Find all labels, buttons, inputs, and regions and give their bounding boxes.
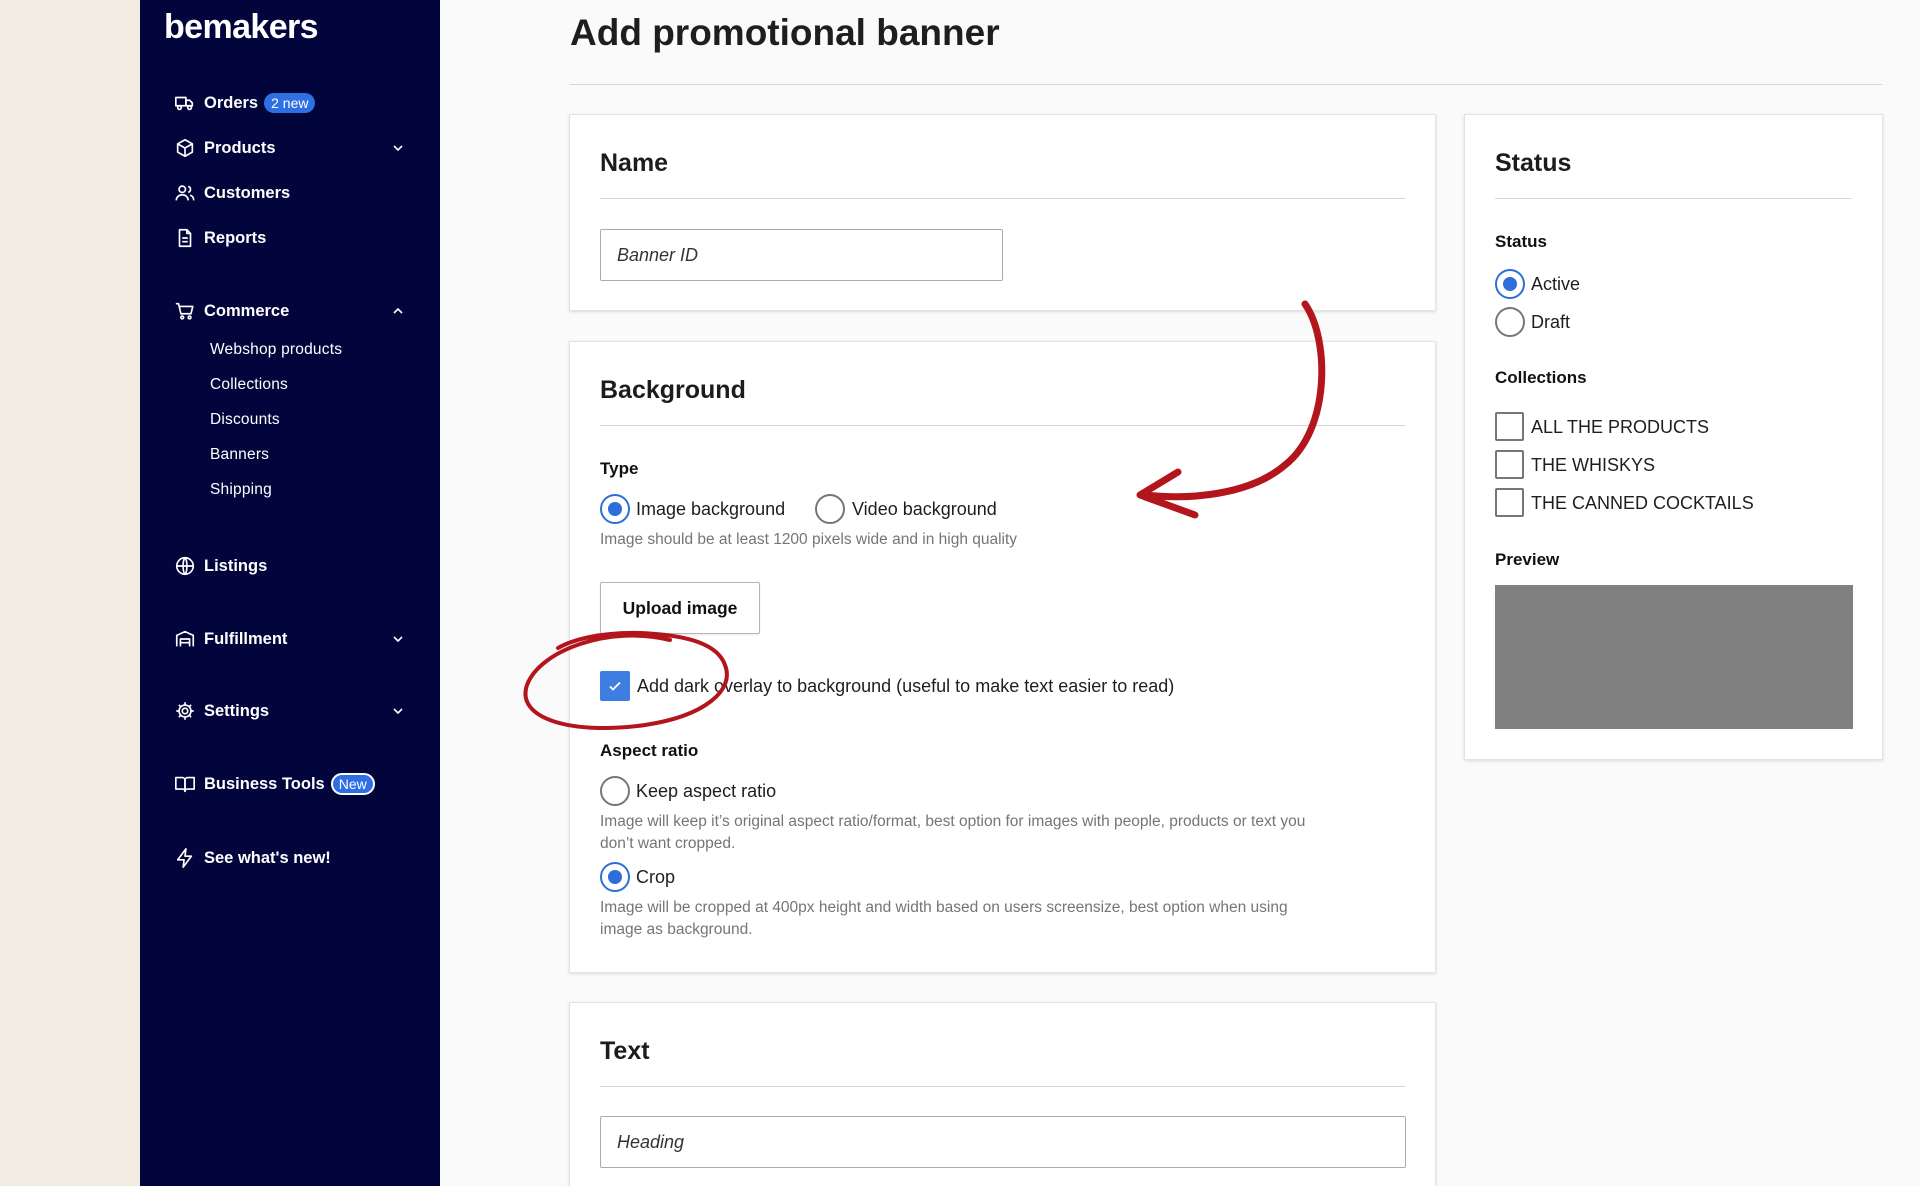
chevron-up-icon[interactable] [390,303,406,319]
keep-aspect-ratio-radio[interactable] [600,776,630,806]
collection-label[interactable]: ALL THE PRODUCTS [1531,417,1709,438]
card-divider [600,1086,1405,1087]
heading-input[interactable] [600,1116,1406,1168]
background-card: Background Type Image background Video b… [569,341,1436,973]
sidebar-item-fulfillment[interactable]: Fulfillment [174,624,406,654]
status-card-title: Status [1495,149,1572,177]
brand-logo[interactable]: bemakers [164,8,319,47]
keep-aspect-ratio-hint: Image will keep it’s original aspect rat… [600,813,1306,830]
sidebar-item-products[interactable]: Products [174,133,406,163]
sidebar: bemakers Orders 2 new Products Customers… [140,0,440,1186]
draft-label[interactable]: Draft [1531,312,1570,333]
name-card-title: Name [600,149,669,177]
orders-new-badge: 2 new [264,93,316,113]
sidebar-item-orders[interactable]: Orders 2 new [174,88,406,118]
users-icon [174,182,196,204]
sidebar-item-listings[interactable]: Listings [174,551,406,581]
lightning-icon [174,847,196,869]
chevron-down-icon[interactable] [390,703,406,719]
preview-label: Preview [1495,550,1560,569]
status-card: Status Status Active Draft Collections A… [1464,114,1883,760]
keep-aspect-ratio-label[interactable]: Keep aspect ratio [636,781,776,802]
collection-checkbox[interactable] [1495,412,1524,441]
warehouse-icon [174,628,196,650]
sidebar-subitem-discounts[interactable]: Discounts [210,411,280,429]
active-label[interactable]: Active [1531,274,1580,295]
sidebar-item-customers[interactable]: Customers [174,178,406,208]
document-icon [174,227,196,249]
globe-icon [174,555,196,577]
image-background-radio[interactable] [600,494,630,524]
truck-icon [174,92,196,114]
title-divider [570,84,1882,85]
aspect-ratio-label: Aspect ratio [600,741,699,760]
upload-image-button[interactable]: Upload image [600,582,760,634]
sidebar-subitem-shipping[interactable]: Shipping [210,481,272,499]
page-title: Add promotional banner [570,12,1000,53]
box-icon [174,137,196,159]
dark-overlay-label[interactable]: Add dark overlay to background (useful t… [637,676,1174,697]
type-label: Type [600,459,639,478]
sidebar-item-label: Products [204,138,276,157]
video-background-label[interactable]: Video background [852,499,997,520]
sidebar-item-label: Fulfillment [204,629,288,648]
checkmark-icon [609,681,621,691]
keep-aspect-ratio-hint: don’t want cropped. [600,835,736,852]
sidebar-subitem-webshop-products[interactable]: Webshop products [210,341,342,359]
business-tools-new-badge: New [330,773,375,795]
collection-checkbox[interactable] [1495,450,1524,479]
name-card: Name [569,114,1436,311]
crop-hint: image as background. [600,921,753,938]
collections-label: Collections [1495,368,1587,387]
gear-icon [174,700,196,722]
banner-preview [1495,585,1853,729]
card-divider [1495,198,1852,199]
image-background-label[interactable]: Image background [636,499,785,520]
sidebar-item-label: Listings [204,556,268,575]
background-card-title: Background [600,376,746,404]
sidebar-subitem-banners[interactable]: Banners [210,446,269,464]
text-card-title: Text [600,1037,650,1065]
card-divider [600,425,1405,426]
sidebar-item-label: See what's new! [204,848,331,867]
sidebar-item-label: Orders [204,93,259,112]
sidebar-item-settings[interactable]: Settings [174,696,406,726]
collection-label[interactable]: THE CANNED COCKTAILS [1531,493,1754,514]
collection-label[interactable]: THE WHISKYS [1531,455,1655,476]
banner-id-input[interactable] [600,229,1003,281]
active-radio[interactable] [1495,269,1525,299]
sidebar-item-label: Business Tools [204,774,325,793]
crop-label[interactable]: Crop [636,867,675,888]
cart-icon [174,300,196,322]
sidebar-item-label: Commerce [204,301,290,320]
type-hint: Image should be at least 1200 pixels wid… [600,531,1018,548]
sidebar-item-label: Customers [204,183,291,202]
sidebar-item-commerce[interactable]: Commerce [174,296,406,326]
card-divider [600,198,1405,199]
chevron-down-icon[interactable] [390,631,406,647]
draft-radio[interactable] [1495,307,1525,337]
chevron-down-icon[interactable] [390,140,406,156]
crop-hint: Image will be cropped at 400px height an… [600,899,1288,916]
text-card: Text [569,1002,1436,1186]
book-icon [174,773,196,795]
sidebar-item-business-tools[interactable]: Business Tools New [174,769,406,799]
sidebar-subitem-collections[interactable]: Collections [210,376,288,394]
dark-overlay-checkbox[interactable] [600,671,630,701]
status-label: Status [1495,232,1547,251]
sidebar-item-label: Settings [204,701,270,720]
sidebar-item-label: Reports [204,228,267,247]
main-content: Add promotional banner Name Background T… [440,0,1920,1186]
sidebar-item-whats-new[interactable]: See what's new! [174,843,406,873]
crop-radio[interactable] [600,862,630,892]
sidebar-item-reports[interactable]: Reports [174,223,406,253]
video-background-radio[interactable] [815,494,845,524]
collection-checkbox[interactable] [1495,488,1524,517]
